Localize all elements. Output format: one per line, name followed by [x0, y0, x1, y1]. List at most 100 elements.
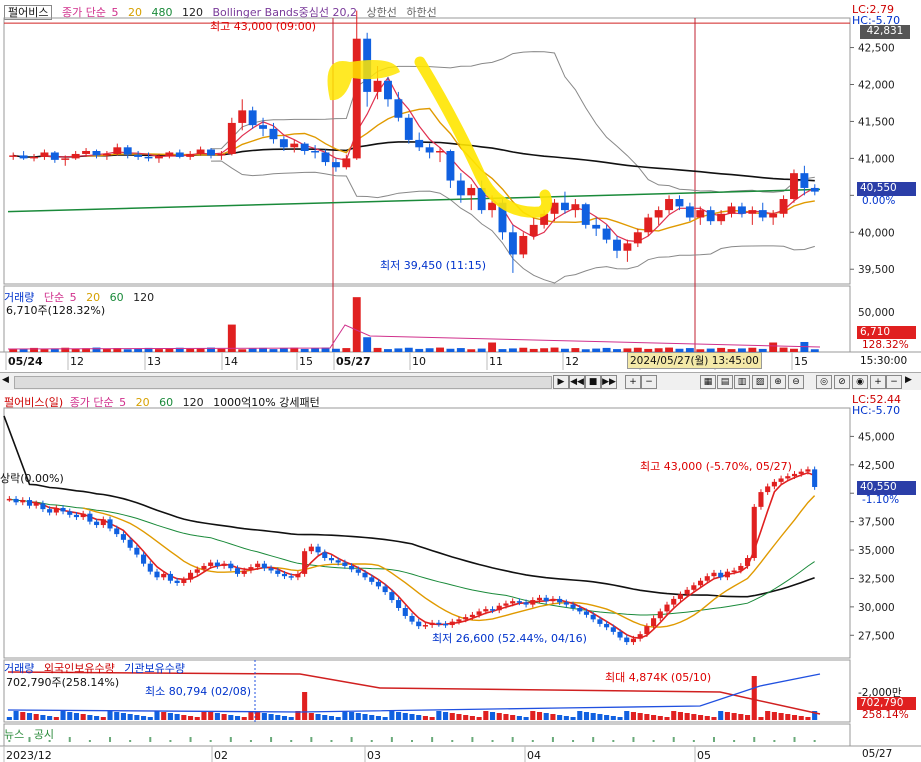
tool-7-icon[interactable]: ◎ [816, 375, 832, 389]
daily-candle-body [349, 565, 355, 570]
candle-body [529, 224, 538, 236]
daily-candle-body [375, 581, 381, 587]
scroll-right-button[interactable]: ▶ [553, 375, 569, 389]
tool-5-icon[interactable]: ⊕ [770, 375, 786, 389]
daily-chart-panel: 27,500 30,000 32,500 35,000 37,500 42,500 45,0… [0, 390, 921, 762]
volume-bar [154, 349, 163, 352]
daily-volume-bar [516, 716, 522, 720]
vol-min-annotation: 최소 80,794 (02/08) [145, 685, 252, 698]
daily-candle-body [342, 562, 348, 566]
scroll-left-button[interactable]: ◀ [2, 375, 9, 385]
daily-volume-bar [26, 713, 33, 720]
daily-volume-bar [617, 717, 623, 720]
tool-2-icon[interactable]: ▤ [717, 375, 733, 389]
intraday-price-chart[interactable]: 39,500 40,000 41,000 41,500 42,000 42,500 50,0… [0, 0, 921, 372]
daily-volume-bar [13, 711, 19, 720]
news-tick [350, 737, 353, 742]
news-label[interactable]: 뉴스 [4, 728, 24, 741]
daily-candle-body [510, 601, 516, 604]
daily-candle-body [114, 528, 120, 535]
daily-volume-bar [510, 715, 516, 720]
stop-button[interactable]: ■ [585, 375, 601, 389]
news-tick [189, 737, 192, 742]
chart-scrollbar[interactable]: ◀ ▶ ◀◀ ■ ▶▶ + − ▦ ▤ ▥ ▨ ⊕ ⊖ ◎ ⊘ ◉ + − ▶ [0, 372, 921, 392]
candle-body [706, 210, 715, 222]
daily-candle-body [469, 614, 475, 618]
candle-body [758, 210, 767, 218]
daily-candle-body [26, 500, 33, 506]
candle-body [613, 239, 621, 251]
daily-volume-bar [744, 715, 751, 720]
daily-volume-bar [214, 713, 220, 720]
daily-candle-body [751, 506, 757, 558]
candle-body [342, 158, 351, 168]
tool-8-icon[interactable]: ⊘ [834, 375, 850, 389]
tool-1-icon[interactable]: ▦ [700, 375, 716, 389]
volume-bar [540, 348, 549, 352]
candle-body [50, 152, 59, 160]
daily-volume-bar [469, 716, 475, 720]
zoom-out-icon[interactable]: − [641, 375, 657, 389]
time-label: 12 [70, 355, 84, 368]
daily-volume-bar [651, 715, 657, 720]
disclosure-label[interactable]: 공시 [34, 728, 54, 741]
volume-bar [790, 348, 798, 352]
price-tick-label: 41,000 [858, 153, 895, 165]
candle-body [488, 202, 497, 211]
daily-volume-bar [698, 715, 704, 720]
daily-volume-bar [563, 716, 569, 720]
news-tick [652, 740, 655, 742]
daily-candle-body [335, 560, 341, 563]
daily-volume-bar [483, 711, 489, 720]
daily-volume-bar [691, 714, 697, 720]
daily-volume-bar [630, 712, 637, 720]
daily-candle-body [214, 562, 220, 566]
daily-volume-bar [751, 676, 757, 720]
daily-stock-name[interactable]: 펄어비스(일) [4, 396, 63, 409]
scroll-thumb[interactable] [14, 376, 552, 389]
daily-candle-body [234, 568, 241, 574]
daily-candle-body [53, 508, 59, 513]
volume-bar [415, 348, 424, 352]
daily-ma-20: 20 [135, 396, 150, 409]
volume-bar [300, 348, 309, 352]
volume-bar [102, 348, 111, 352]
daily-tick-label: 42,500 [858, 460, 895, 472]
daily-volume-bar [255, 712, 261, 720]
zoom-minus-icon[interactable]: − [886, 375, 902, 389]
news-tick [109, 737, 112, 742]
news-tick [411, 740, 413, 742]
daily-candle-body [268, 568, 274, 571]
high-annotation: 최고 43,000 (09:00) [210, 20, 317, 33]
zoom-plus-icon[interactable]: + [870, 375, 886, 389]
candle-body [696, 210, 705, 218]
daily-volume-bar [80, 714, 86, 720]
daily-time-label: 2023/12 [6, 749, 52, 762]
candle-body [769, 213, 778, 218]
daily-volume-bar [67, 712, 73, 720]
candle-body [186, 153, 195, 157]
play-forward-button[interactable]: ▶▶ [601, 375, 617, 389]
daily-price-chart[interactable]: 27,500 30,000 32,500 35,000 37,500 42,500 45,0… [0, 390, 921, 762]
pattern-label: 1000억10% 강세패턴 [213, 396, 320, 409]
play-back-button[interactable]: ◀◀ [569, 375, 585, 389]
tool-9-icon[interactable]: ◉ [852, 375, 868, 389]
candle-body [61, 158, 70, 160]
scroll-end-button[interactable]: ▶ [905, 375, 912, 385]
daily-candle-body [738, 565, 744, 571]
volume-bar [446, 348, 455, 352]
tool-6-icon[interactable]: ⊖ [788, 375, 804, 389]
news-tick [129, 740, 132, 742]
daily-candle-body [281, 573, 288, 577]
daily-volume-bar [389, 711, 395, 720]
tool-4-icon[interactable]: ▨ [752, 375, 768, 389]
zoom-in-icon[interactable]: + [625, 375, 641, 389]
daily-tick-label: 45,000 [858, 431, 895, 443]
news-tick [753, 737, 756, 742]
daily-ma-20-line [83, 495, 816, 628]
candle-body [321, 152, 330, 163]
daily-volume-bar [530, 711, 536, 720]
daily-volume-bar [758, 717, 764, 720]
tool-3-icon[interactable]: ▥ [734, 375, 750, 389]
daily-candle-body [382, 586, 388, 593]
